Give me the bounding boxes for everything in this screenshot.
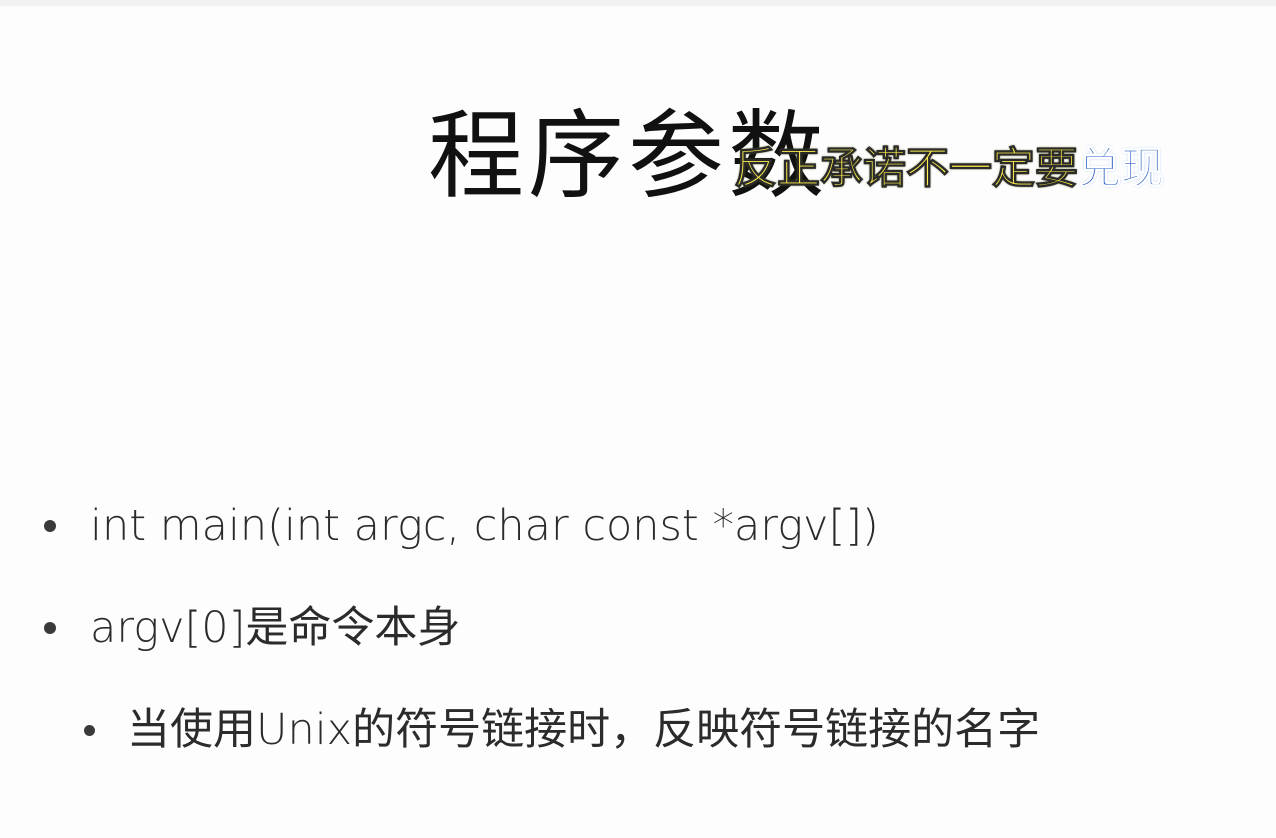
bullet-text: int main(int argc, char const *argv[]) <box>90 501 879 551</box>
bullet-item-argv0: argv[0]是命令本身 <box>44 600 460 656</box>
bullet-dot-icon <box>44 520 56 532</box>
presentation-slide: 程序参数 反正承诺不一定要兑现 int main(int argc, char … <box>0 0 1276 838</box>
bullet-dot-icon <box>84 724 95 736</box>
bullet-text: 当使用Unix的符号链接时，反映符号链接的名字 <box>127 705 1041 755</box>
bullet-text: argv[0]是命令本身 <box>90 603 461 653</box>
caption-yellow-text: 反正承诺不一定要 <box>734 144 1079 195</box>
bullet-item-main-signature: int main(int argc, char const *argv[]) <box>44 498 879 554</box>
caption-blue-text: 兑现 <box>1078 144 1165 195</box>
top-edge-strip <box>0 0 1276 6</box>
video-caption-overlay: 反正承诺不一定要兑现 <box>734 140 1165 198</box>
bullet-dot-icon <box>44 622 56 634</box>
sub-bullet-item-symlink: 当使用Unix的符号链接时，反映符号链接的名字 <box>84 702 1040 758</box>
